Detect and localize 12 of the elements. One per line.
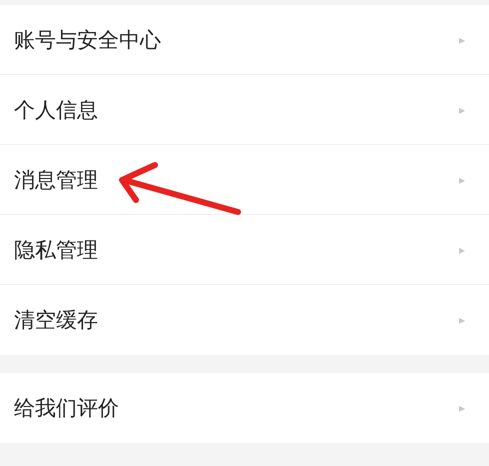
- settings-item[interactable]: 隐私管理 ▸: [0, 215, 489, 285]
- chevron-icon: ▸: [458, 32, 465, 46]
- settings-item[interactable]: 个人信息 ▸: [0, 75, 489, 145]
- chevron-icon: ▸: [458, 242, 465, 256]
- settings-item[interactable]: 清空缓存 ▸: [0, 285, 489, 355]
- settings-item[interactable]: 给我们评价 ▸: [0, 373, 489, 443]
- settings-item[interactable]: 消息管理 ▸: [0, 145, 489, 215]
- chevron-icon: ▸: [458, 172, 465, 186]
- chevron-icon: ▸: [458, 401, 465, 415]
- chevron-icon: ▸: [458, 102, 465, 116]
- settings-item[interactable]: 账号与安全中心 ▸: [0, 5, 489, 75]
- chevron-icon: ▸: [458, 313, 465, 327]
